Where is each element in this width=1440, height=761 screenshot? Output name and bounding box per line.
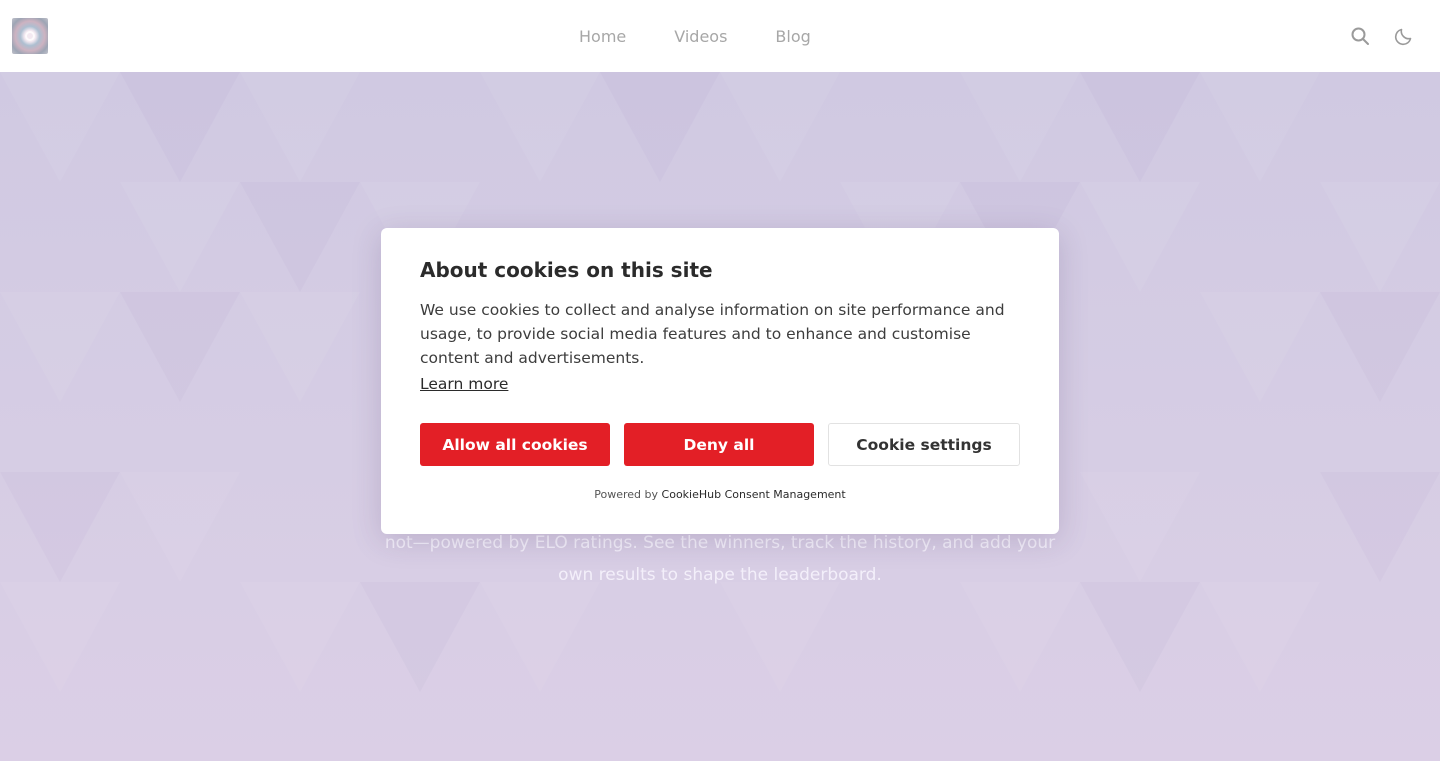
nav-home[interactable]: Home: [555, 27, 650, 46]
nav-blog[interactable]: Blog: [751, 27, 834, 46]
powered-by-note: Powered by CookieHub Consent Management: [381, 488, 1059, 501]
cookie-consent-dialog: About cookies on this site We use cookie…: [381, 228, 1059, 534]
nav-videos[interactable]: Videos: [650, 27, 751, 46]
hero-description-line1: not—powered by ELO ratings. See the winn…: [384, 533, 1056, 553]
main-nav: Home Videos Blog: [555, 0, 835, 72]
moon-icon[interactable]: [1392, 24, 1416, 48]
allow-all-cookies-button[interactable]: Allow all cookies: [420, 423, 610, 466]
deny-all-button[interactable]: Deny all: [624, 423, 814, 466]
hero-description-line2: own results to shape the leaderboard.: [558, 565, 882, 585]
learn-more-link[interactable]: Learn more: [420, 375, 508, 393]
hero-description: not—powered by ELO ratings. See the winn…: [380, 527, 1060, 591]
site-header: Home Videos Blog: [0, 0, 1440, 72]
cookie-dialog-body: We use cookies to collect and analyse in…: [420, 301, 1005, 367]
powered-by-prefix: Powered by: [594, 488, 659, 501]
cookiehub-link[interactable]: CookieHub Consent Management: [662, 488, 846, 501]
cookie-dialog-title: About cookies on this site: [420, 258, 713, 282]
cookie-settings-button[interactable]: Cookie settings: [828, 423, 1020, 466]
search-icon[interactable]: [1348, 24, 1372, 48]
app-logo-icon[interactable]: [12, 18, 48, 54]
